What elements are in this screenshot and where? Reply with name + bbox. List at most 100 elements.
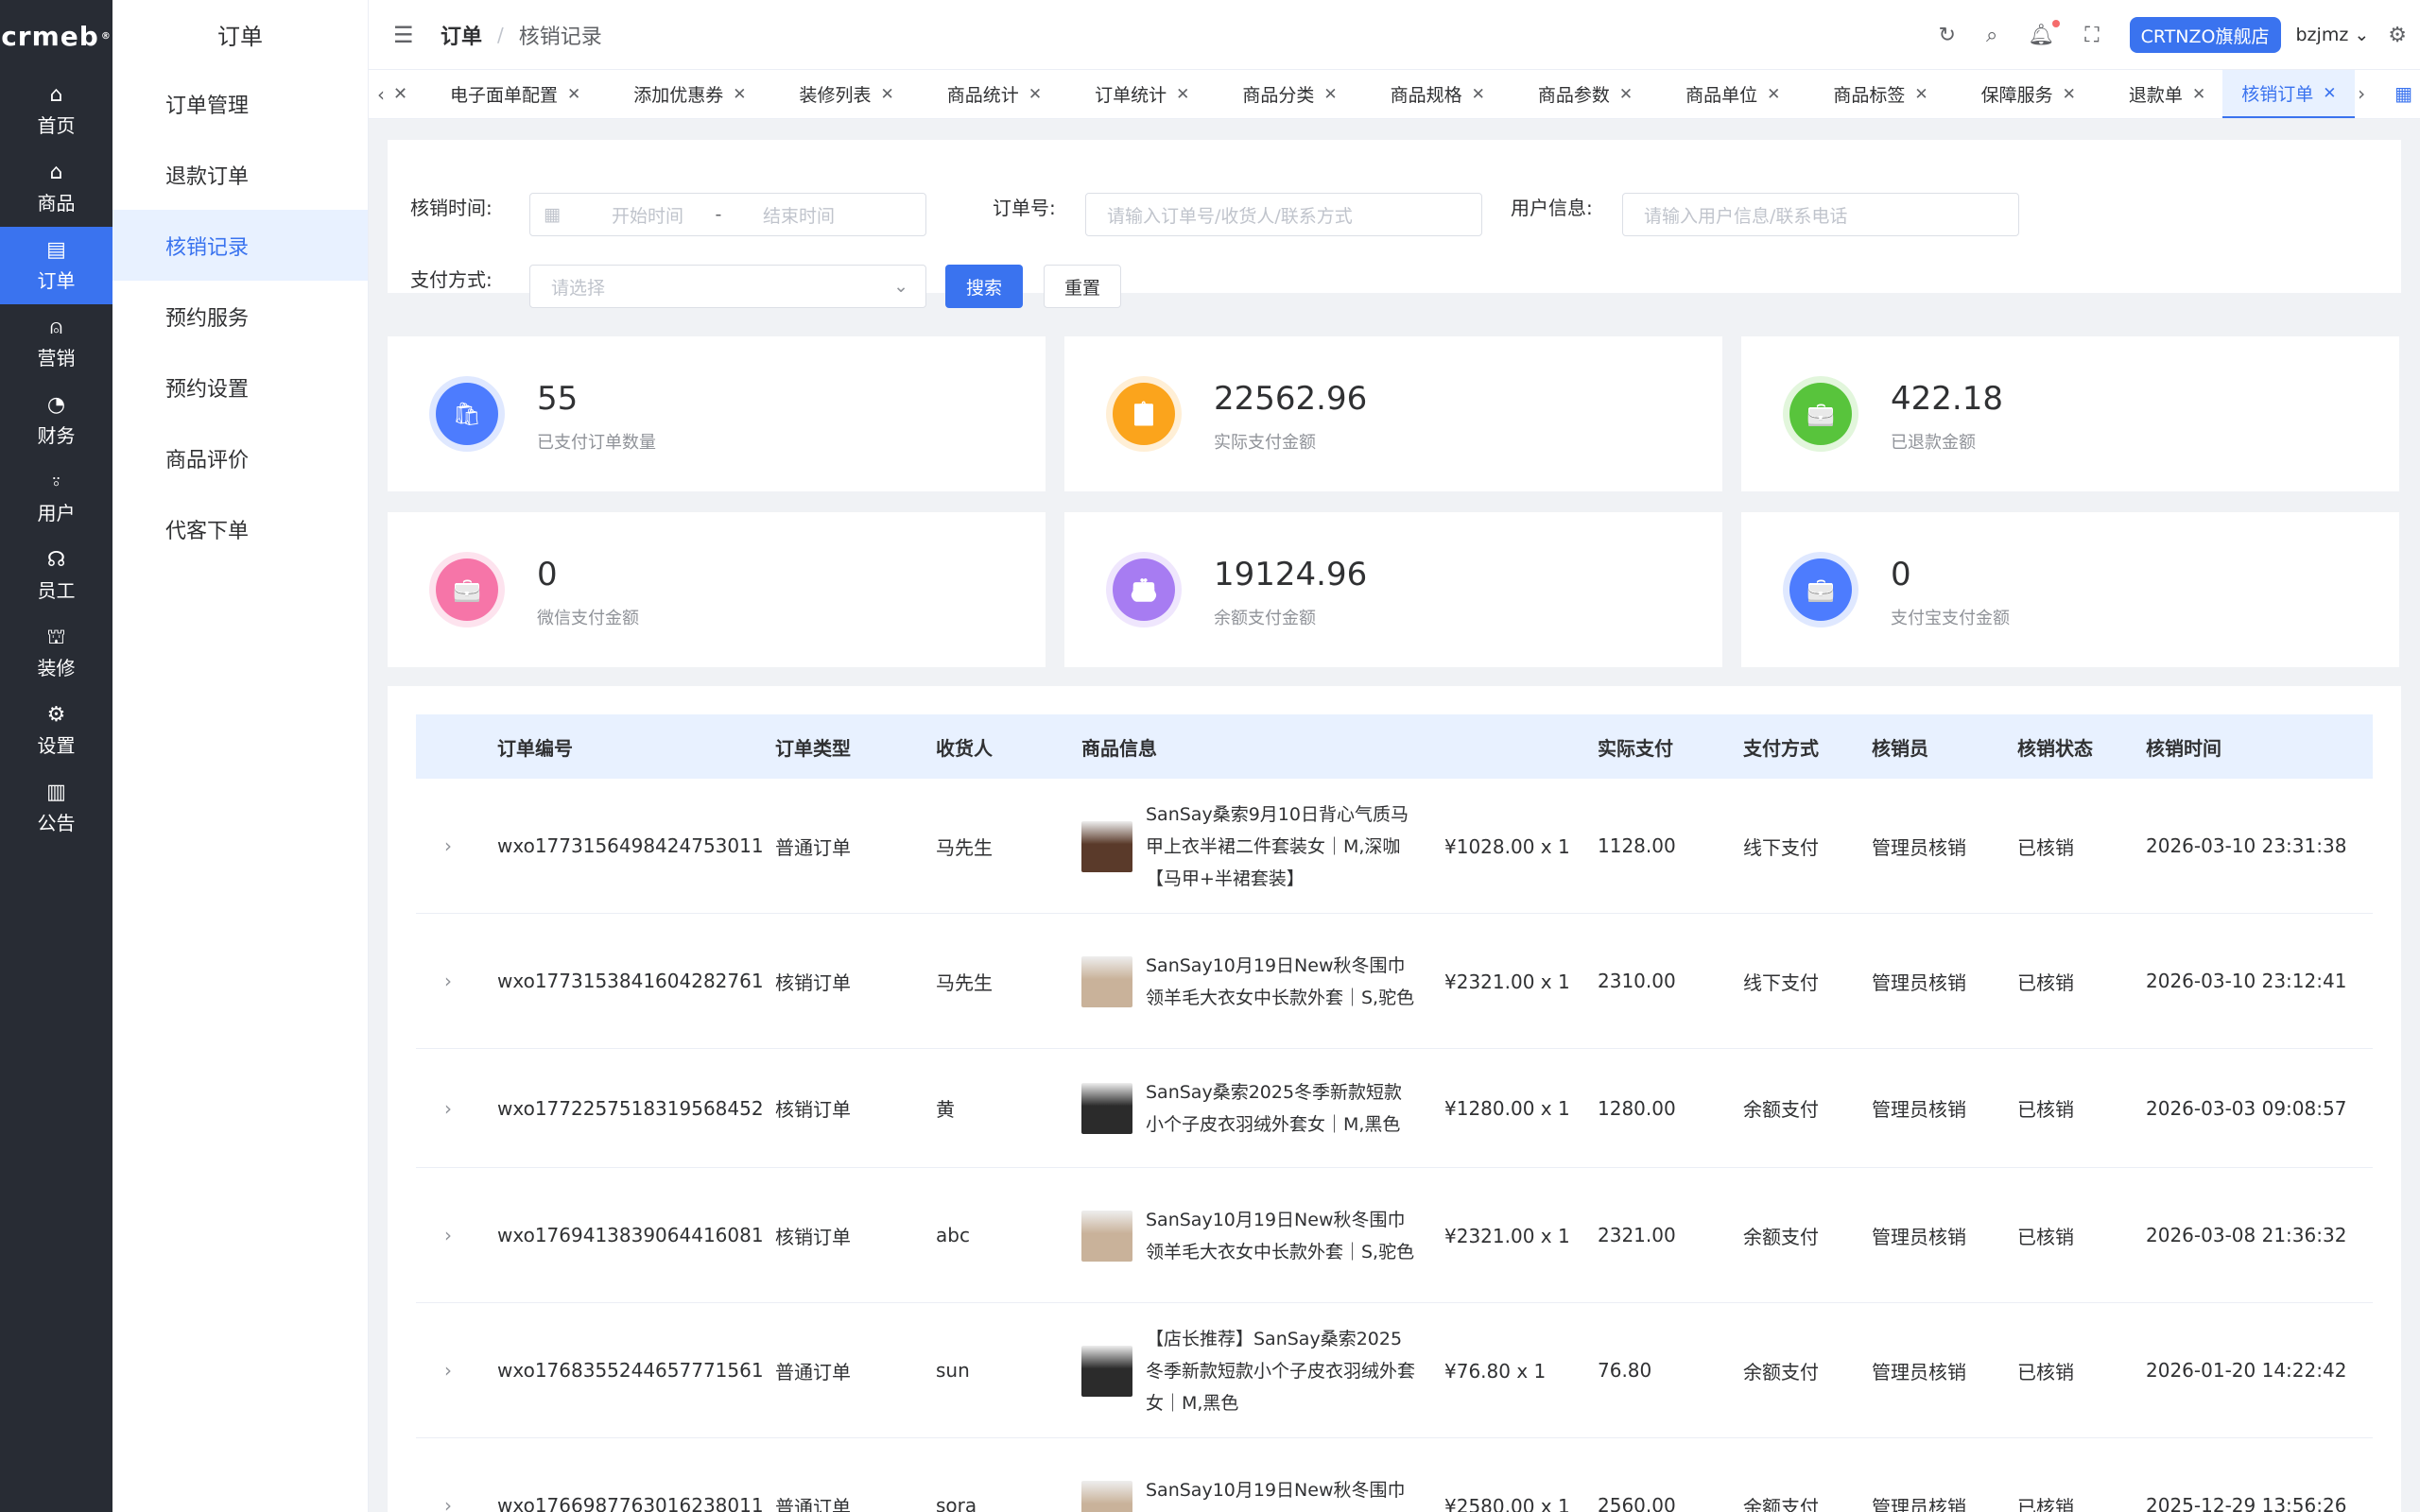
grid-menu-icon[interactable]: ▦	[2394, 82, 2412, 105]
nav-item-0[interactable]: ⌂ 首页	[0, 72, 112, 149]
product-thumbnail[interactable]	[1081, 820, 1132, 872]
fullscreen-icon[interactable]: ⛶	[2084, 24, 2099, 47]
gear-icon[interactable]: ⚙	[2388, 24, 2407, 47]
tab-close-icon[interactable]: ✕	[567, 85, 580, 104]
user-menu[interactable]: bzjmz ⌄	[2296, 25, 2370, 45]
tab-close-icon[interactable]: ✕	[1472, 85, 1485, 104]
user-search-input[interactable]: 请输入用户信息/联系电话	[1622, 193, 2019, 236]
table-row[interactable]: › wxo1766987763016238011 普通订单 sora SanSa…	[416, 1438, 2373, 1512]
verification-table: 订单编号 订单类型 收货人 商品信息 实际支付 支付方式 核销员 核销状态 核销时间 › wxo…	[388, 686, 2401, 1512]
tab-close-icon[interactable]: ✕	[733, 85, 746, 104]
expand-row-icon[interactable]: ›	[444, 1438, 452, 1512]
verify-time: 2026-03-10 23:31:38	[2146, 834, 2347, 857]
table-row[interactable]: › wxo1772257518319568452 核销订单 黄 SanSay桑索…	[416, 1049, 2373, 1168]
tab-item-3[interactable]: 商品统计 ✕	[911, 70, 1059, 118]
reset-button[interactable]: 重置	[1044, 265, 1121, 308]
tab-close-icon[interactable]: ✕	[1028, 85, 1042, 104]
tab-item-10[interactable]: 保障服务 ✕	[1945, 70, 2093, 118]
expand-row-icon[interactable]: ›	[444, 1168, 452, 1302]
tabs-scroll-left-icon[interactable]: ‹	[369, 70, 393, 118]
store-button[interactable]: CRTNZO旗舰店	[2129, 17, 2281, 53]
menu-toggle-icon[interactable]: ☰	[393, 22, 414, 48]
tab-close-icon[interactable]: ✕	[1619, 85, 1633, 104]
table-row[interactable]: › wxo1773153841604282761 核销订单 马先生 SanSay…	[416, 914, 2373, 1049]
table-row[interactable]: › wxo1769413839064416081 核销订单 abc SanSay…	[416, 1168, 2373, 1303]
bell-icon[interactable]: 🔔︎	[2028, 19, 2061, 47]
nav-item-2[interactable]: ▤ 订单	[0, 227, 112, 304]
nav-item-label: 设置	[37, 733, 76, 757]
table-row[interactable]: › wxo1773156498424753011 普通订单 马先生 SanSay…	[416, 779, 2373, 914]
order-search-input[interactable]: 请输入订单号/收货人/联系方式	[1085, 193, 1482, 236]
expand-row-icon[interactable]: ›	[444, 1303, 452, 1437]
tab-close-icon[interactable]: ✕	[2063, 85, 2076, 104]
pay-method-select[interactable]: 请选择 ⌄	[529, 265, 926, 308]
expand-row-icon[interactable]: ›	[444, 779, 452, 913]
product-thumbnail[interactable]	[1081, 1345, 1132, 1397]
tabs-scroll-right-icon[interactable]: ›	[2349, 82, 2374, 105]
search-icon[interactable]: ⌕	[1986, 24, 1997, 47]
submenu-item-3[interactable]: 预约服务	[112, 281, 368, 352]
submenu-item-4[interactable]: 预约设置	[112, 352, 368, 422]
order-number[interactable]: wxo1768355244657771561	[497, 1303, 764, 1437]
nav-item-9[interactable]: ▥ 公告	[0, 769, 112, 847]
tab-close-icon[interactable]: ✕	[1176, 85, 1189, 104]
stat-icon-ring: 📋	[1106, 376, 1182, 452]
tab-item-11[interactable]: 退款单 ✕	[2093, 70, 2222, 118]
nav-item-7[interactable]: ⛫ 装修	[0, 614, 112, 692]
tab-close-icon[interactable]: ✕	[1914, 85, 1927, 104]
order-number[interactable]: wxo1773156498424753011	[497, 779, 764, 913]
filter-panel: 核销时间: ▦ 开始时间 - 结束时间 订单号: 请输入订单号/收货人/联系方式…	[388, 140, 2401, 308]
order-number[interactable]: wxo1766987763016238011	[497, 1438, 764, 1512]
submenu-item-2[interactable]: 核销记录	[112, 210, 368, 281]
nav-item-4[interactable]: ◔ 财务	[0, 382, 112, 459]
product-thumbnail[interactable]	[1081, 1210, 1132, 1262]
verifier: 管理员核销	[1872, 1495, 1966, 1512]
nav-item-8[interactable]: ⚙ 设置	[0, 692, 112, 769]
search-button[interactable]: 搜索	[945, 265, 1023, 308]
tab-close-icon[interactable]: ✕	[1767, 85, 1780, 104]
product-thumbnail[interactable]	[1081, 955, 1132, 1007]
order-number[interactable]: wxo1769413839064416081	[497, 1168, 764, 1302]
tab-item-8[interactable]: 商品单位 ✕	[1650, 70, 1797, 118]
product-thumbnail[interactable]	[1081, 1083, 1132, 1134]
breadcrumb-order[interactable]: 订单	[441, 20, 482, 50]
submenu-item-6[interactable]: 代客下单	[112, 493, 368, 564]
start-date-input[interactable]: 开始时间	[591, 202, 704, 228]
nav-item-6[interactable]: ☊ 员工	[0, 537, 112, 614]
nav-item-label: 首页	[37, 113, 76, 137]
crmeb-logo[interactable]: crmeb ®	[0, 0, 112, 72]
tab-close-icon[interactable]: ✕	[2192, 85, 2205, 104]
tab-close-icon[interactable]: ✕	[881, 85, 894, 104]
nav-item-1[interactable]: ⌂ 商品	[0, 149, 112, 227]
verifier: 管理员核销	[1872, 1225, 1966, 1248]
tab-item-0[interactable]: 电子面单配置 ✕	[414, 70, 597, 118]
order-number[interactable]: wxo1773153841604282761	[497, 914, 764, 1048]
expand-row-icon[interactable]: ›	[444, 1049, 452, 1167]
tab-close-icon[interactable]: ✕	[1323, 85, 1337, 104]
tab-close-icon[interactable]: ✕	[393, 70, 414, 118]
product-thumbnail[interactable]	[1081, 1480, 1132, 1512]
tab-item-9[interactable]: 商品标签 ✕	[1797, 70, 1945, 118]
tab-item-2[interactable]: 装修列表 ✕	[764, 70, 911, 118]
end-date-input[interactable]: 结束时间	[733, 202, 865, 228]
refresh-icon[interactable]: ↻	[1939, 24, 1956, 47]
tab-item-6[interactable]: 商品规格 ✕	[1355, 70, 1502, 118]
submenu-item-0[interactable]: 订单管理	[112, 68, 368, 139]
table-row[interactable]: › wxo1768355244657771561 普通订单 sun 【店长推荐】…	[416, 1303, 2373, 1438]
tab-item-7[interactable]: 商品参数 ✕	[1502, 70, 1650, 118]
submenu-item-1[interactable]: 退款订单	[112, 139, 368, 210]
verify-time: 2025-12-29 13:56:26	[2146, 1494, 2347, 1512]
tab-item-5[interactable]: 商品分类 ✕	[1206, 70, 1354, 118]
column-header-4: 实际支付	[1598, 736, 1673, 760]
nav-item-5[interactable]: ⍤ 用户	[0, 459, 112, 537]
tab-active[interactable]: 核销订单 ✕	[2222, 70, 2356, 118]
nav-item-3[interactable]: ⍝ 营销	[0, 304, 112, 382]
tab-item-1[interactable]: 添加优惠券 ✕	[597, 70, 763, 118]
order-type: 核销订单	[775, 971, 851, 994]
tab-close-icon[interactable]: ✕	[2323, 84, 2336, 103]
expand-row-icon[interactable]: ›	[444, 914, 452, 1048]
date-range-picker[interactable]: ▦ 开始时间 - 结束时间	[529, 193, 926, 236]
order-number[interactable]: wxo1772257518319568452	[497, 1049, 764, 1167]
submenu-item-5[interactable]: 商品评价	[112, 422, 368, 493]
tab-item-4[interactable]: 订单统计 ✕	[1059, 70, 1206, 118]
